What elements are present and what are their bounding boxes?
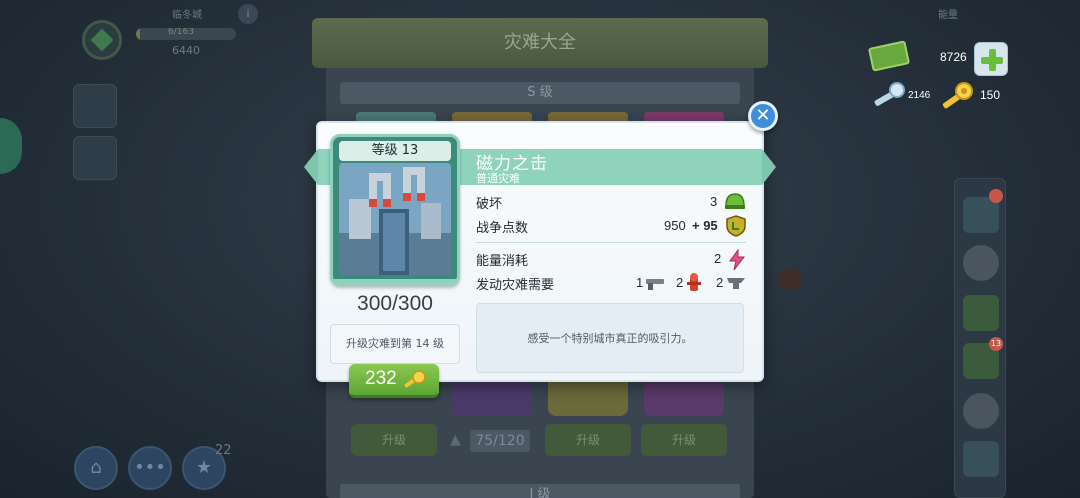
upgrade-cost-button[interactable]: 232 [349,364,439,398]
stats-divider [476,242,746,243]
card-progress-bar [333,279,457,283]
trophy-button[interactable] [963,393,999,429]
upgrade-cost-value: 232 [365,368,397,389]
key-icon [404,370,426,388]
disaster-description: 感受一个特别城市真正的吸引力。 [476,303,744,373]
card-slot-bottom [644,378,724,416]
upgrade-hint: 升级灾难到第 14 级 [330,324,460,364]
stat-label: 破坏 [476,197,503,212]
stat-value: 3 [710,194,718,209]
stat-label: 战争点数 [476,221,529,236]
chat-icon: ••• [134,457,166,478]
add-currency-button[interactable] [974,42,1008,76]
stat-label: 能量消耗 [476,254,529,269]
cash-amount: 8726 [940,50,967,64]
upgrade-button[interactable]: 升级 [545,424,631,456]
tools-button[interactable] [73,84,117,128]
player-level-badge[interactable] [82,20,122,60]
disaster-card: 等级 13 [330,134,460,286]
stat-label: 发动灾难需要 [476,278,555,293]
tier-header-s: S 级 [340,82,740,104]
stat-damage: 破坏 3 [476,191,746,215]
silver-key-amount: 2146 [908,90,931,101]
lightning-icon [729,249,746,271]
notification-dot [989,189,1003,203]
up-arrow-icon: ▲ [450,432,461,448]
xp-progress-text: 6/163 [168,28,194,37]
anvil-icon [727,278,745,289]
home-button[interactable]: ⌂ [74,446,118,490]
stat-war-points: 战争点数 950 + 95 [476,215,746,239]
close-button[interactable]: ✕ [748,101,778,131]
background-decoration [778,268,802,290]
gold-key-amount: 150 [980,88,1001,102]
xp-progress-bar: 6/163 [136,28,236,40]
card-progress-value: 75/120 [470,430,530,452]
info-icon[interactable]: i [238,4,258,24]
req-count: 2 [716,275,724,290]
shield-icon [726,215,746,237]
ribbon-right [762,149,776,185]
upgrade-button[interactable]: 升级 [351,424,437,456]
city-name-label: 临冬城 [172,10,202,21]
magnet-disaster-art [339,163,451,275]
close-icon: ✕ [755,105,771,126]
card-level-label: 等级 13 [339,141,451,161]
stat-energy-cost: 能量消耗 2 [476,248,746,272]
catalog-title: 灾难大全 [312,18,768,68]
hydrant-icon [687,273,701,291]
stat-bonus: + 95 [692,218,718,233]
silver-key-icon [874,82,905,106]
gun-icon [646,279,664,290]
card-count: 300/300 [357,292,433,315]
tier-header-next: I 级 [340,484,740,498]
stat-value: 950 [664,218,686,233]
helmet-icon [725,193,745,209]
star-card-badge: 13 [989,337,1003,351]
home-icon: ⌂ [90,457,102,478]
shop-bag-button[interactable] [73,136,117,180]
advisor-button[interactable] [963,245,999,281]
ribbon-left [304,149,318,185]
energy-label: 能量 [938,10,958,21]
book-button[interactable] [963,441,999,477]
card-slot-bottom [452,378,532,416]
right-side-panel: 13 [954,178,1006,498]
chat-button[interactable]: ••• [128,446,172,490]
coins-counter: 6440 [172,44,200,57]
req-count: 1 [636,275,644,290]
stat-requirements: 发动灾难需要 1 2 2 [476,272,746,296]
disaster-type: 普通灾难 [476,172,520,185]
card-progress: ▲ 75/120 [448,428,534,454]
level-badge-icon [90,28,114,52]
upgrade-button[interactable]: 升级 [641,424,727,456]
gold-key-icon [942,82,973,109]
card-slot-bottom [548,378,628,416]
req-count: 2 [676,275,684,290]
favorites-count: 22 [215,443,232,458]
lightning-card-button[interactable] [963,295,999,331]
stat-value: 2 [714,251,722,266]
